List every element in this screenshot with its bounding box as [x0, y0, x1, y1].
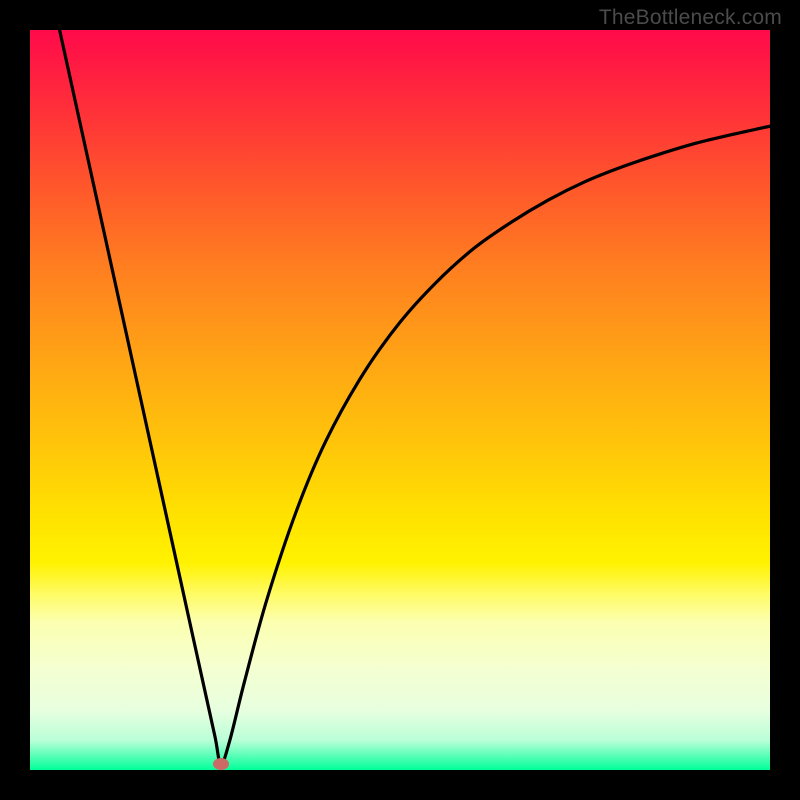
- chart-frame: TheBottleneck.com: [0, 0, 800, 800]
- curve-svg: [30, 30, 770, 770]
- minimum-marker: [213, 758, 229, 770]
- bottleneck-curve: [60, 30, 770, 764]
- plot-area: [30, 30, 770, 770]
- watermark-text: TheBottleneck.com: [599, 6, 782, 30]
